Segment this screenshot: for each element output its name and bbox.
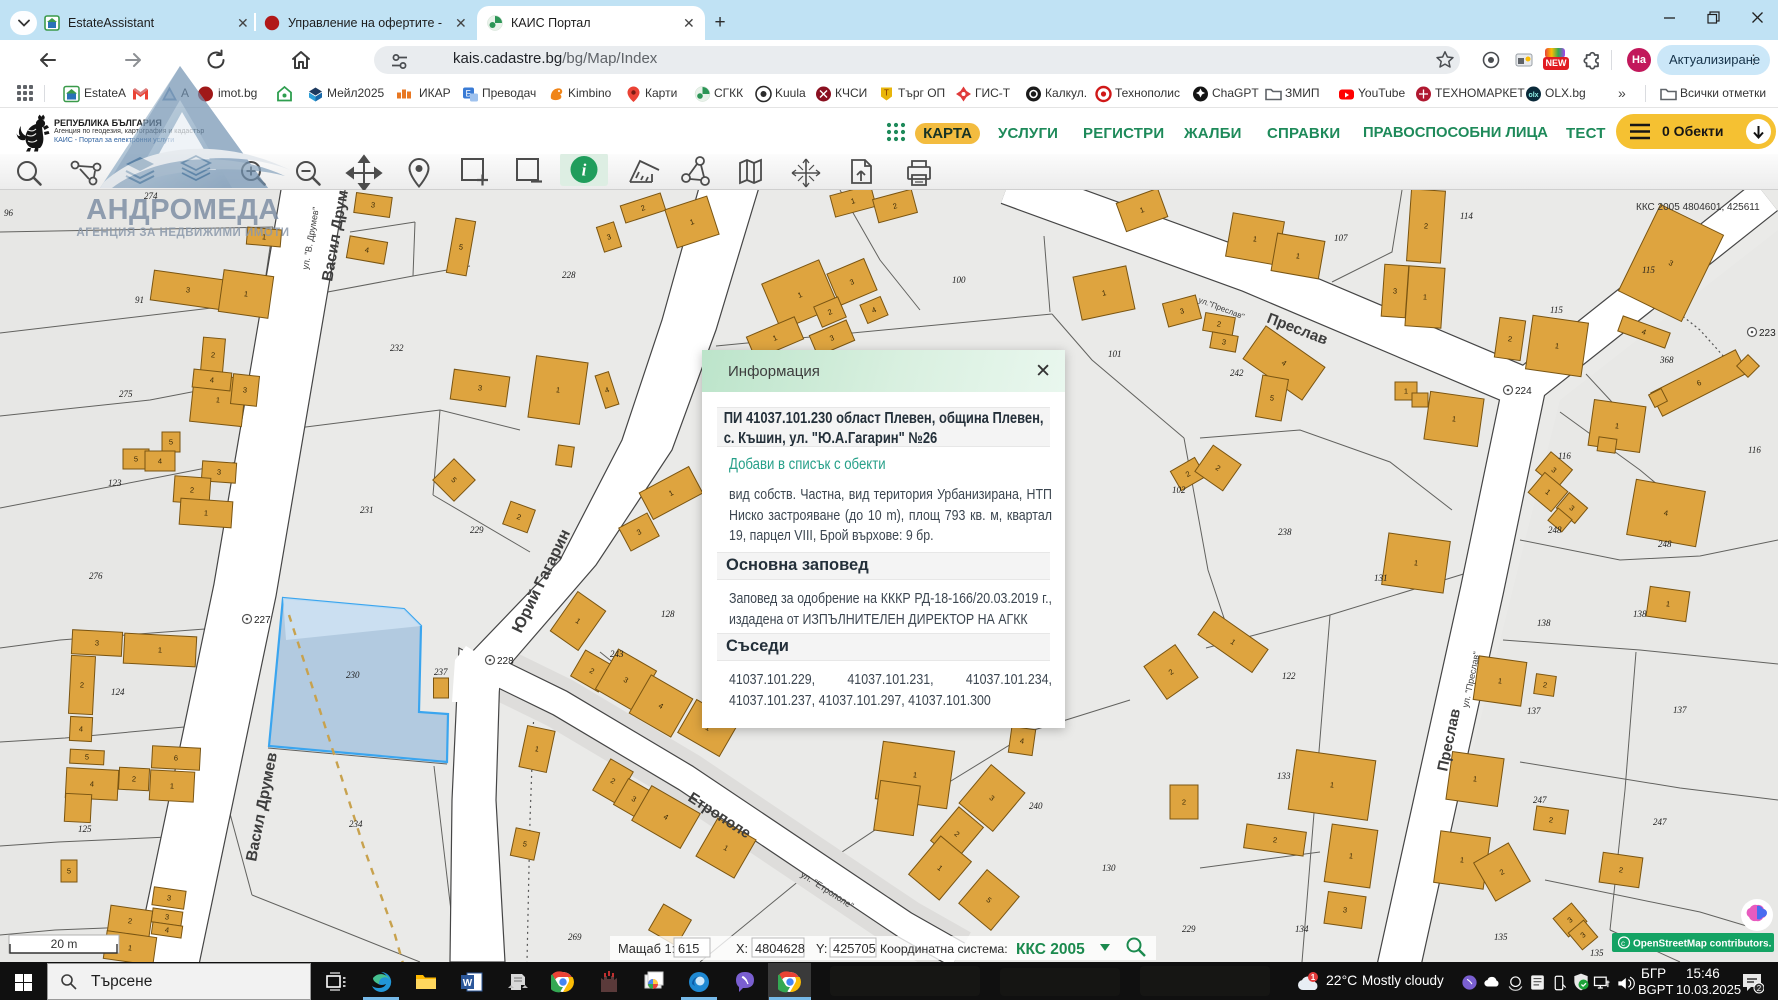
svg-text:5: 5	[85, 752, 90, 761]
svg-text:OpenStreetMap contributors.: OpenStreetMap contributors.	[1633, 939, 1772, 950]
svg-text:4: 4	[79, 724, 84, 733]
svg-text:91: 91	[135, 295, 144, 305]
svg-text:c: c	[1621, 939, 1625, 948]
svg-text:247: 247	[1533, 795, 1547, 805]
svg-text:Y:: Y:	[816, 941, 827, 956]
svg-text:232: 232	[390, 343, 404, 353]
svg-text:228: 228	[497, 656, 514, 667]
svg-text:615: 615	[678, 941, 699, 956]
svg-text:133: 133	[1277, 771, 1291, 781]
svg-text:275: 275	[119, 389, 133, 399]
svg-text:248: 248	[1658, 539, 1672, 549]
svg-text:122: 122	[1282, 671, 1296, 681]
svg-text:T: T	[884, 89, 889, 98]
svg-text:229: 229	[470, 525, 484, 535]
svg-text:3: 3	[1393, 286, 1398, 295]
svg-text:115: 115	[1642, 265, 1655, 275]
svg-text:1: 1	[1311, 973, 1316, 982]
svg-text:2: 2	[211, 350, 216, 359]
svg-text:4: 4	[90, 779, 95, 788]
svg-text:olx: olx	[1528, 92, 1538, 99]
svg-text:114: 114	[1460, 211, 1473, 221]
svg-text:2: 2	[80, 680, 85, 689]
svg-text:368: 368	[1659, 355, 1674, 365]
svg-text:2: 2	[1757, 984, 1762, 993]
svg-text:АНДРОМЕДА: АНДРОМЕДА	[86, 194, 280, 226]
svg-text:5: 5	[169, 438, 173, 447]
svg-text:1: 1	[204, 508, 209, 517]
svg-text:102: 102	[1172, 485, 1186, 495]
svg-text:5: 5	[67, 867, 71, 876]
svg-text:247: 247	[1653, 817, 1667, 827]
svg-text:137: 137	[1673, 705, 1687, 715]
svg-text:229: 229	[1182, 924, 1196, 934]
svg-text:248: 248	[1548, 525, 1562, 535]
svg-text:135: 135	[1494, 932, 1508, 942]
svg-text:276: 276	[89, 571, 103, 581]
svg-text:242: 242	[1230, 368, 1244, 378]
svg-text:2: 2	[1182, 798, 1186, 807]
svg-text:6: 6	[174, 753, 179, 762]
svg-text:2: 2	[132, 774, 137, 783]
svg-text:230: 230	[346, 670, 360, 680]
svg-text:243: 243	[610, 649, 624, 659]
svg-text:135: 135	[1590, 948, 1604, 958]
svg-text:4804628: 4804628	[755, 941, 805, 956]
svg-text:ККС 2005 4804601, 425611: ККС 2005 4804601, 425611	[1636, 202, 1760, 213]
svg-text:224: 224	[1515, 386, 1532, 397]
svg-text:107: 107	[1334, 233, 1348, 243]
svg-text:238: 238	[1278, 527, 1292, 537]
svg-text:124: 124	[111, 687, 125, 697]
svg-text:5: 5	[134, 455, 138, 464]
svg-text:Мащаб 1:: Мащаб 1:	[618, 941, 675, 956]
svg-text:123: 123	[108, 478, 122, 488]
svg-text:3: 3	[95, 638, 100, 647]
svg-text:1: 1	[170, 781, 175, 790]
svg-text:116: 116	[1748, 445, 1761, 455]
svg-text:227: 227	[254, 615, 271, 626]
svg-text:128: 128	[661, 609, 675, 619]
svg-text:АГЕНЦИЯ ЗА НЕДВИЖИМИ ИМОТИ: АГЕНЦИЯ ЗА НЕДВИЖИМИ ИМОТИ	[76, 227, 289, 239]
svg-text:1: 1	[1404, 387, 1408, 396]
svg-text:240: 240	[1029, 801, 1043, 811]
svg-text:237: 237	[434, 667, 448, 677]
svg-text:234: 234	[349, 819, 363, 829]
svg-text:137: 137	[1527, 706, 1541, 716]
svg-text:425705: 425705	[833, 941, 876, 956]
svg-text:2: 2	[190, 485, 195, 494]
svg-text:3: 3	[217, 467, 222, 476]
svg-text:231: 231	[360, 505, 374, 515]
svg-text:228: 228	[562, 270, 576, 280]
svg-text:131: 131	[1374, 573, 1388, 583]
svg-text:Координатна система:: Координатна система:	[880, 942, 1008, 956]
svg-text:i: i	[582, 161, 587, 180]
svg-text:223: 223	[1759, 328, 1776, 339]
svg-text:ККС 2005: ККС 2005	[1016, 941, 1085, 958]
svg-text:20 m: 20 m	[51, 937, 78, 951]
svg-text:100: 100	[952, 275, 966, 285]
svg-text:101: 101	[1108, 349, 1122, 359]
svg-text:125: 125	[78, 824, 92, 834]
svg-text:138: 138	[1537, 618, 1551, 628]
svg-text:130: 130	[1102, 863, 1116, 873]
svg-text:134: 134	[1295, 924, 1309, 934]
svg-text:115: 115	[1550, 305, 1563, 315]
svg-text:4: 4	[158, 457, 162, 466]
svg-text:2: 2	[1424, 221, 1429, 230]
svg-text:1: 1	[1423, 292, 1428, 301]
svg-text:116: 116	[1558, 451, 1571, 461]
svg-text:138: 138	[1633, 609, 1647, 619]
svg-text:1: 1	[158, 645, 163, 654]
svg-text:269: 269	[568, 932, 582, 942]
svg-text:X:: X:	[736, 941, 748, 956]
svg-text:W: W	[463, 978, 473, 989]
